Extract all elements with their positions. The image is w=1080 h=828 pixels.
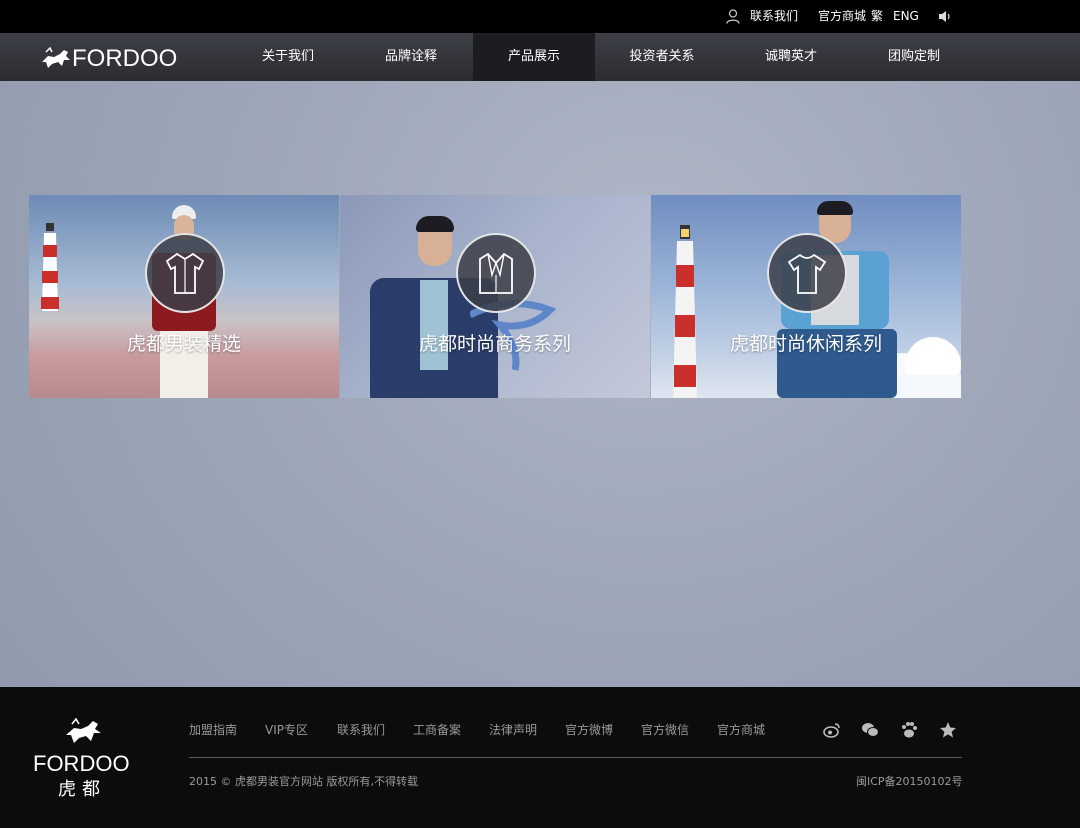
suit-jacket-icon (479, 252, 513, 294)
wechat-icon[interactable] (861, 721, 879, 739)
footer-link-weibo[interactable]: 官方微博 (565, 721, 613, 738)
user-icon[interactable] (726, 9, 740, 24)
card-title: 虎都时尚商务系列 (418, 333, 571, 355)
traditional-chinese-link[interactable]: 繁 (871, 0, 883, 33)
category-icon-badge (767, 233, 847, 313)
card-title: 虎都男装精选 (126, 333, 241, 355)
nav-brand[interactable]: 品牌诠释 (350, 33, 472, 81)
footer-link-registration[interactable]: 工商备案 (413, 721, 461, 738)
tiger-logo-icon[interactable] (40, 44, 72, 72)
icp-number[interactable]: 闽ICP备20150102号 (856, 773, 963, 789)
footer-link-vip[interactable]: VIP专区 (265, 721, 308, 738)
nav-careers[interactable]: 诚聘英才 (730, 33, 852, 81)
product-card-business[interactable]: 虎都时尚商务系列 (340, 195, 650, 398)
category-icon-badge (456, 233, 536, 313)
footer-link-wechat[interactable]: 官方微信 (641, 721, 689, 738)
nav-products[interactable]: 产品展示 (473, 33, 595, 81)
footer-logo-text: FORDOO (33, 751, 130, 776)
footer-link-contact[interactable]: 联系我们 (337, 721, 385, 738)
logo-text[interactable]: FORDOO (72, 45, 177, 73)
nav-investors[interactable]: 投资者关系 (601, 33, 723, 81)
lighthouse-image (41, 223, 59, 311)
shirt-icon (165, 252, 205, 294)
copyright-text: 2015 © 虎都男装官方网站 版权所有,不得转载 (189, 775, 418, 788)
tshirt-icon (787, 253, 827, 294)
nav-group-custom[interactable]: 团购定制 (853, 33, 975, 81)
product-card-casual[interactable]: 虎都时尚休闲系列 (651, 195, 961, 398)
footer-divider (189, 757, 962, 758)
speaker-icon[interactable] (938, 10, 952, 23)
contact-link[interactable]: 联系我们 (750, 0, 798, 33)
english-link[interactable]: ENG (893, 0, 919, 33)
footer-tiger-logo-icon[interactable] (64, 715, 104, 747)
product-card-selection[interactable]: 虎都男装精选 (29, 195, 339, 398)
footer-link-store[interactable]: 官方商城 (717, 721, 765, 738)
nav-about[interactable]: 关于我们 (227, 33, 349, 81)
official-store-link[interactable]: 官方商城 (818, 0, 866, 33)
card-title: 虎都时尚休闲系列 (729, 333, 882, 355)
star-icon[interactable] (939, 721, 957, 739)
footer-logo-cn: 虎都 (58, 779, 106, 800)
lighthouse-image (673, 225, 697, 398)
footer-link-legal[interactable]: 法律声明 (489, 721, 537, 738)
footer-link-franchise[interactable]: 加盟指南 (189, 721, 237, 738)
category-icon-badge (145, 233, 225, 313)
baidu-paw-icon[interactable] (900, 721, 918, 739)
weibo-icon[interactable] (823, 721, 841, 739)
